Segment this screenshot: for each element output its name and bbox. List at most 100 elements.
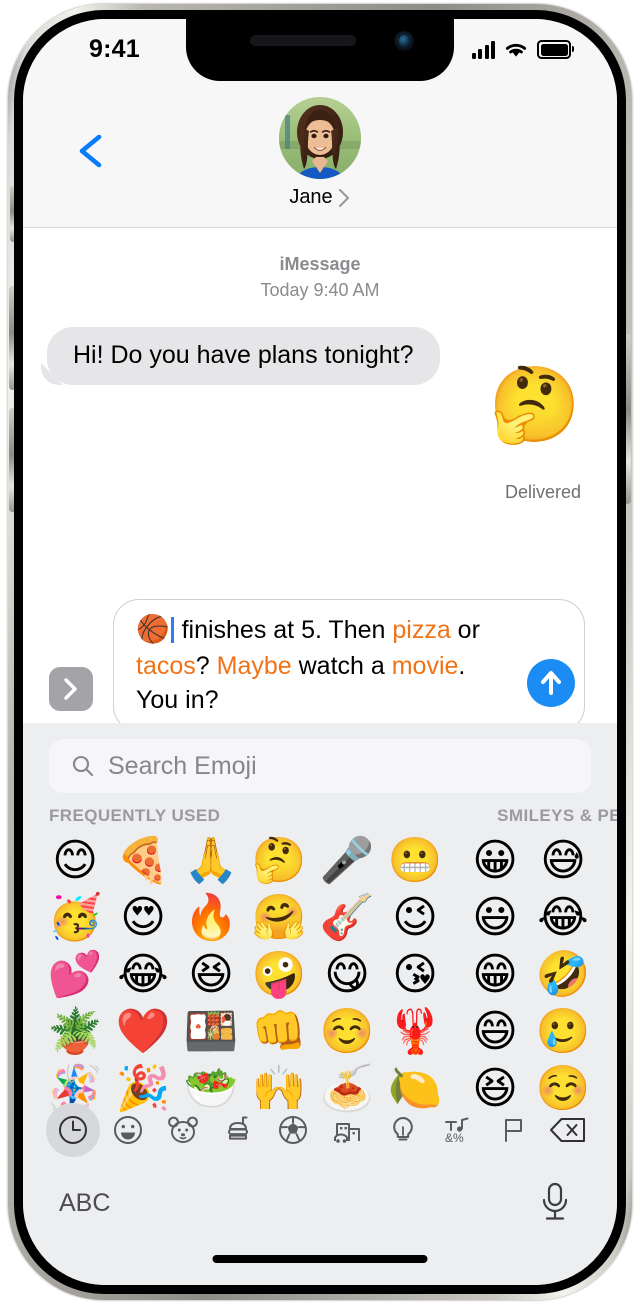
emoji-cell[interactable]: 😀 [461, 832, 529, 889]
home-indicator[interactable] [212, 1255, 428, 1263]
expand-apps-button[interactable] [49, 667, 93, 711]
compose-text-segment: or [450, 616, 480, 644]
chevron-right-icon [338, 188, 349, 207]
emoji-cell[interactable]: 🤪 [245, 946, 313, 1003]
emoji-cell[interactable]: 🍱 [177, 1003, 245, 1060]
search-placeholder: Search Emoji [108, 751, 257, 780]
category-tab-activity[interactable] [265, 1103, 320, 1157]
delete-backspace-button[interactable] [540, 1103, 595, 1157]
phone-bezel: 9:41 Jane iMessage Today 9:40 AM Hi! Do … [14, 10, 626, 1294]
emoji-cell[interactable]: ☺️ [313, 1003, 381, 1060]
message-bubble-incoming[interactable]: Hi! Do you have plans tonight? [47, 327, 440, 386]
svg-text:&%: &% [445, 1131, 464, 1145]
status-bar-indicators [471, 40, 574, 59]
compose-highlighted-word[interactable]: pizza [392, 616, 450, 644]
contact-name: Jane [289, 186, 333, 208]
emoji-cell[interactable]: 😉 [381, 889, 449, 946]
display-notch [186, 19, 454, 81]
emoji-search-wrap: Search Emoji [23, 723, 617, 793]
compose-highlighted-word[interactable]: Maybe [217, 652, 292, 680]
clock-icon [58, 1116, 87, 1144]
microphone-icon [542, 1182, 568, 1220]
battery-full-icon [537, 40, 574, 59]
emoji-cell[interactable]: 😊 [41, 832, 109, 889]
emoji-cell[interactable]: 🤗 [245, 889, 313, 946]
emoji-cell[interactable]: ❤️ [109, 1003, 177, 1060]
emoji-keyboard: Search Emoji FREQUENTLY USED SMILEYS & P… [23, 723, 617, 1285]
phone-device-frame: 9:41 Jane iMessage Today 9:40 AM Hi! Do … [8, 4, 632, 1300]
message-input-text: 🏀 finishes at 5. Then pizza or tacos? Ma… [136, 612, 508, 717]
category-tab-animals-nature[interactable] [155, 1103, 210, 1157]
send-button[interactable] [527, 659, 575, 707]
earpiece-speaker [250, 35, 356, 46]
emoji-section-headers: FREQUENTLY USED SMILEYS & PE [23, 793, 617, 826]
emoji-cell[interactable]: 🪴 [41, 1003, 109, 1060]
abc-keyboard-button[interactable]: ABC [59, 1189, 110, 1218]
wifi-icon [505, 43, 527, 57]
back-button[interactable] [73, 131, 107, 171]
emoji-grid: 😊 🍕 🙏 🤔 🎤 😬 🥳 😍 🔥 🤗 🎸 😉 💕 😂 😆 🤪 😋 😘 🪴 ❤️ 🍱 👊 ☺️ 🦞 🪅 🎉 🥗 🙌 🍝 🍋 😀 😅 😃 😂 😁 🤣 😄… [23, 832, 617, 1117]
category-tab-food-drink[interactable] [210, 1103, 265, 1157]
status-bar-time: 9:41 [89, 35, 140, 63]
front-camera-icon [394, 31, 414, 51]
emoji-cell[interactable]: 😅 [529, 832, 597, 889]
emoji-cell[interactable]: 🙏 [177, 832, 245, 889]
category-tab-travel-places[interactable] [320, 1103, 375, 1157]
emoji-cell[interactable]: 😃 [461, 889, 529, 946]
contact-name-row: Jane [289, 186, 350, 209]
message-text: Hi! Do you have plans tonight? [73, 341, 414, 370]
compose-row: 🏀 finishes at 5. Then pizza or tacos? Ma… [23, 589, 617, 732]
emoji-cell[interactable]: 😘 [381, 946, 449, 1003]
dictation-button[interactable] [535, 1179, 575, 1225]
emoji-cell[interactable]: 🥲 [529, 1003, 597, 1060]
compose-highlighted-word[interactable]: movie [392, 652, 459, 680]
emoji-cell[interactable]: 😄 [461, 1003, 529, 1060]
emoji-cell[interactable]: 😋 [313, 946, 381, 1003]
contact-info-button[interactable]: Jane [279, 97, 361, 209]
emoji-cell[interactable]: 🦞 [381, 1003, 449, 1060]
search-icon [72, 755, 94, 777]
emoji-cell[interactable]: 👊 [245, 1003, 313, 1060]
message-meta: iMessage Today 9:40 AM [23, 252, 617, 303]
section-header-smileys-people: SMILEYS & PE [497, 806, 617, 825]
emoji-cell[interactable]: 🎤 [313, 832, 381, 889]
emoji-cell[interactable]: 💕 [41, 946, 109, 1003]
emoji-cell[interactable]: 🎸 [313, 889, 381, 946]
compose-emoji: 🏀 [136, 614, 170, 645]
emoji-cell[interactable]: 😁 [461, 946, 529, 1003]
delivery-status: Delivered [504, 482, 581, 502]
emoji-cell[interactable]: 😂 [109, 946, 177, 1003]
soccer-ball-icon [278, 1116, 307, 1144]
emoji-cell[interactable]: 🔥 [177, 889, 245, 946]
cellular-signal-icon [471, 40, 495, 59]
backspace-icon [549, 1118, 585, 1142]
service-label: iMessage [279, 254, 361, 274]
compose-highlighted-word[interactable]: tacos [136, 652, 196, 680]
smiley-icon [113, 1116, 142, 1144]
emoji-cell[interactable]: 🤣 [529, 946, 597, 1003]
message-input-field[interactable]: 🏀 finishes at 5. Then pizza or tacos? Ma… [113, 599, 585, 732]
flag-icon [504, 1119, 522, 1142]
emoji-cell[interactable]: 😆 [177, 946, 245, 1003]
category-tab-flags[interactable] [485, 1103, 540, 1157]
avatar[interactable] [279, 97, 361, 179]
keyboard-bottom-bar: ABC [23, 1163, 617, 1285]
emoji-cell[interactable]: 😬 [381, 832, 449, 889]
compose-text-segment: ? [195, 651, 217, 680]
message-bubble-outgoing-emoji[interactable]: 🤔 [489, 368, 581, 442]
category-tab-symbols[interactable]: &% [430, 1103, 485, 1157]
category-tab-smileys-people[interactable] [100, 1103, 155, 1157]
lightbulb-icon [392, 1117, 413, 1141]
compose-text-segment: finishes at 5. Then [174, 616, 393, 644]
emoji-category-bar: &% [23, 1097, 617, 1163]
category-tab-recents[interactable] [45, 1103, 100, 1157]
bear-icon [167, 1116, 198, 1143]
emoji-grid-frequently-used: 😊 🍕 🙏 🤔 🎤 😬 🥳 😍 🔥 🤗 🎸 😉 💕 😂 😆 🤪 😋 😘 🪴 ❤️ 🍱 👊 ☺️ 🦞 🪅 🎉 🥗 🙌 🍝 🍋 [41, 832, 449, 1117]
emoji-cell[interactable]: 😂 [529, 889, 597, 946]
emoji-cell[interactable]: 🥳 [41, 889, 109, 946]
emoji-cell[interactable]: 😍 [109, 889, 177, 946]
emoji-cell[interactable]: 🤔 [245, 832, 313, 889]
emoji-cell[interactable]: 🍕 [109, 832, 177, 889]
category-tab-objects[interactable] [375, 1103, 430, 1157]
search-input[interactable]: Search Emoji [49, 739, 591, 793]
